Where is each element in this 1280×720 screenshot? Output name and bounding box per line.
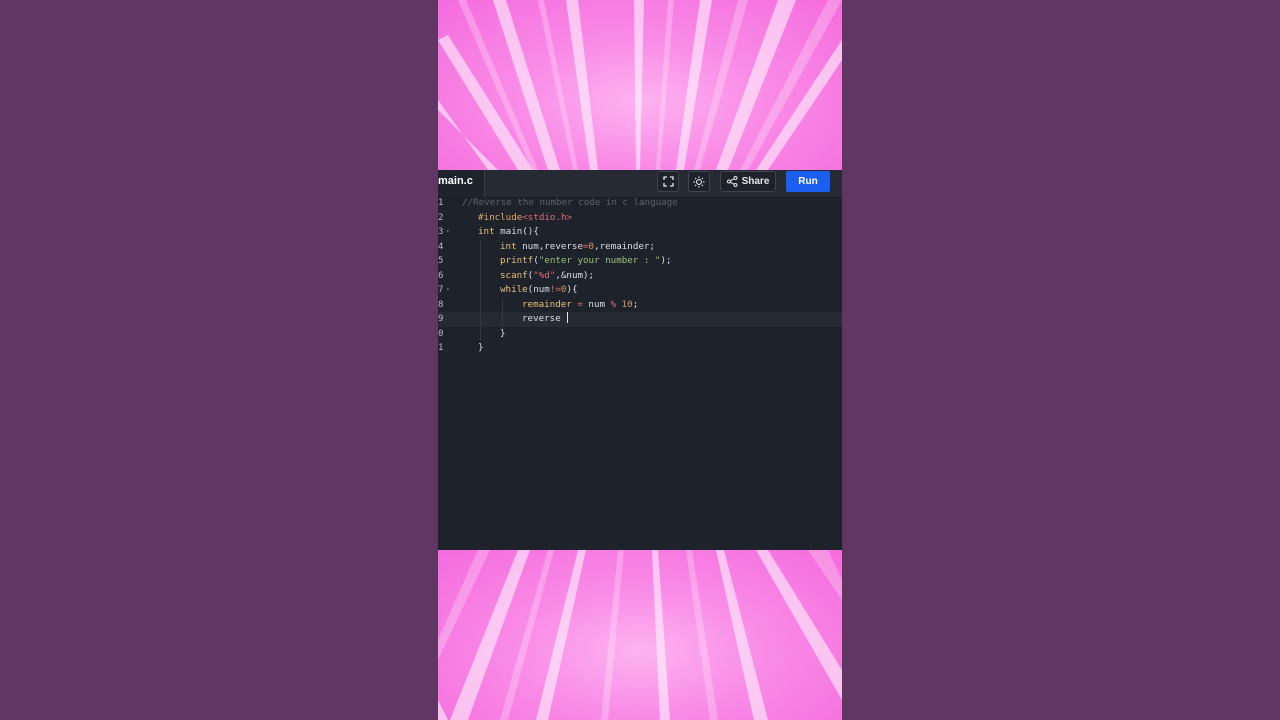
indent-guide — [502, 312, 503, 327]
line-number: 4 — [438, 241, 444, 252]
code-token: <stdio.h> — [522, 211, 573, 223]
code-text: } — [478, 341, 484, 356]
code-line: 4 int num,reverse=0,remainder; — [438, 239, 842, 255]
line-number: 8 — [438, 299, 444, 310]
code-line: 2 #include<stdio.h> — [438, 211, 842, 226]
indent-guide — [480, 239, 481, 254]
code-text: printf("enter your number : "); — [500, 254, 672, 269]
fullscreen-button[interactable] — [657, 171, 679, 192]
line-number: 9 — [438, 314, 444, 324]
file-tab-label: main.c — [438, 175, 473, 187]
code-text: scanf("%d",&num); — [500, 269, 594, 284]
indent-guide — [480, 297, 481, 312]
code-text: remainder = num % 10; — [522, 298, 638, 313]
share-icon — [726, 176, 738, 187]
burst-rays-top — [438, 0, 842, 170]
code-token: != — [549, 284, 561, 295]
code-token: int — [500, 240, 517, 252]
code-text: #include<stdio.h> — [478, 211, 572, 226]
line-number: 5 — [438, 256, 444, 266]
code-line: 6 scanf("%d",&num); — [438, 268, 842, 284]
code-token: ,remainder; — [594, 240, 655, 252]
code-token: 10 — [621, 298, 633, 310]
code-token: reverse — [522, 313, 567, 324]
code-line-active: 9 reverse — [438, 312, 842, 327]
code-editor: main.c Share Run 1 //Reverse the number … — [438, 170, 842, 550]
code-token: "enter your number : " — [538, 255, 661, 266]
code-token: int — [478, 226, 495, 237]
theme-toggle-button[interactable] — [688, 171, 710, 192]
line-number: 0 — [438, 328, 444, 339]
indent-guide — [480, 268, 481, 283]
code-token: } — [478, 342, 484, 353]
code-comment: //Reverse the number code in c language — [462, 197, 678, 208]
code-token: num — [582, 298, 611, 310]
file-tab-main[interactable]: main.c — [438, 170, 485, 197]
fold-arrow-icon[interactable]: ▾ — [446, 283, 450, 298]
text-cursor — [567, 312, 569, 323]
code-text: while(num!=0){ — [500, 283, 578, 298]
code-token: scanf — [500, 269, 528, 281]
burst-rays-bottom — [438, 550, 842, 720]
code-text: } — [500, 327, 506, 342]
indent-guide — [480, 254, 481, 269]
code-token: (num — [527, 284, 550, 295]
line-number: 1 — [438, 198, 444, 208]
indent-guide — [480, 283, 481, 298]
line-number: 6 — [438, 270, 444, 281]
code-line: 1 } — [438, 341, 842, 356]
indent-guide — [480, 326, 481, 341]
code-token: ; — [632, 298, 639, 310]
burst-background-bottom — [438, 550, 842, 720]
code-token: remainder — [522, 298, 578, 310]
code-line: 7 ▾ while(num!=0){ — [438, 283, 842, 298]
line-number: 1 — [438, 343, 444, 353]
code-token: main(){ — [494, 226, 539, 237]
code-line: 5 printf("enter your number : "); — [438, 254, 842, 269]
editor-toolbar: main.c Share Run — [438, 170, 842, 198]
code-text: int main(){ — [478, 225, 539, 240]
code-line: 1 //Reverse the number code in c languag… — [438, 196, 842, 211]
code-text: reverse — [522, 312, 569, 327]
line-number: 2 — [438, 212, 444, 223]
code-line: 0 } — [438, 326, 842, 342]
code-token: #include — [478, 211, 523, 223]
share-button[interactable]: Share — [720, 171, 776, 192]
sun-icon — [693, 176, 705, 187]
indent-guide — [502, 297, 503, 312]
code-text: int num,reverse=0,remainder; — [500, 240, 655, 255]
code-line: 8 remainder = num % 10; — [438, 297, 842, 313]
code-token: ,&num); — [555, 269, 595, 281]
video-frame: main.c Share Run 1 //Reverse the number … — [438, 0, 842, 720]
run-button[interactable]: Run — [786, 171, 830, 192]
code-token: ){ — [566, 284, 578, 295]
run-label: Run — [798, 176, 818, 187]
share-label: Share — [741, 176, 770, 187]
fullscreen-icon — [662, 176, 674, 187]
fold-arrow-icon[interactable]: ▾ — [446, 225, 450, 240]
indent-guide — [480, 312, 481, 327]
code-token: while — [500, 284, 528, 295]
burst-background-top — [438, 0, 842, 170]
code-token: } — [500, 327, 506, 339]
code-token: "%d" — [533, 269, 556, 281]
code-token: ); — [660, 255, 672, 266]
code-token: num,reverse — [516, 240, 583, 252]
code-token: printf — [500, 255, 534, 266]
code-area[interactable]: 1 //Reverse the number code in c languag… — [438, 196, 842, 356]
code-line: 3 ▾ int main(){ — [438, 225, 842, 240]
